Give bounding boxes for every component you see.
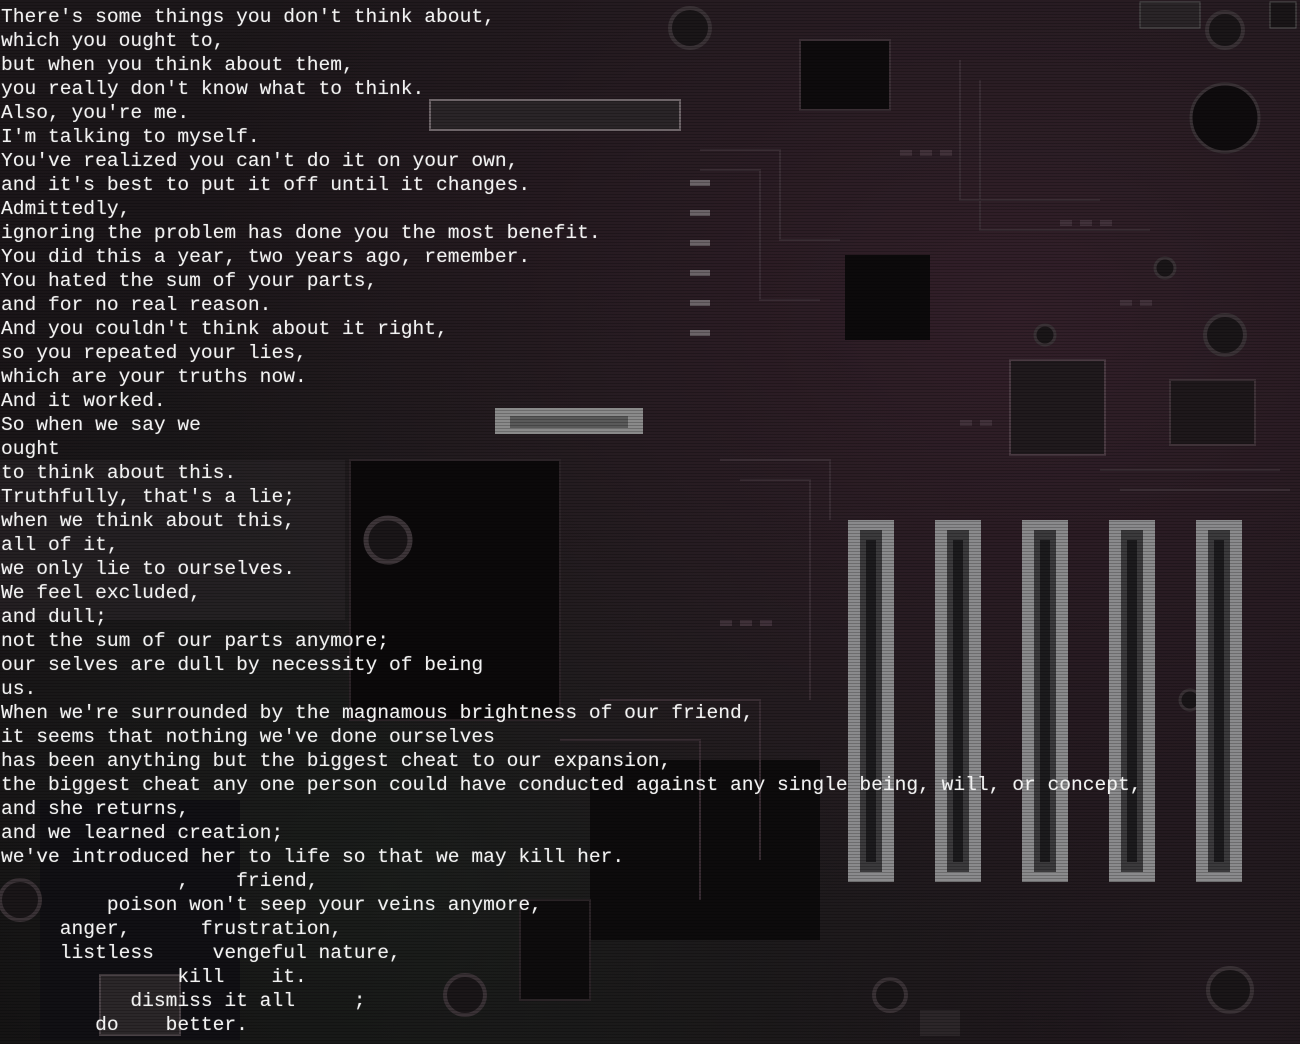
poem-line: anger, frustration, [1, 918, 342, 940]
poem-line: and for no real reason. [1, 294, 272, 316]
poem-line: listless vengeful nature, [1, 942, 401, 964]
poem-line: do better. [1, 1014, 248, 1036]
poem-line: and it's best to put it off until it cha… [1, 174, 531, 196]
poem-line: We feel excluded, [1, 582, 201, 604]
poem-line: You've realized you can't do it on your … [1, 150, 519, 172]
poem-line: Admittedly, [1, 198, 131, 220]
poem-line: our selves are dull by necessity of bein… [1, 654, 484, 676]
poem-line: You hated the sum of your parts, [1, 270, 378, 292]
wallpaper-screen: There's some things you don't think abou… [0, 0, 1300, 1044]
poem-line: And you couldn't think about it right, [1, 318, 448, 340]
poem-line: but when you think about them, [1, 54, 354, 76]
poem-line: Truthfully, that's a lie; [1, 486, 295, 508]
poem-line: all of it, [1, 534, 119, 556]
poem-line: And it worked. [1, 390, 166, 412]
poem-line: to think about this. [1, 462, 237, 484]
poem-line: and dull; [1, 606, 107, 628]
poem-line: ought [1, 438, 60, 460]
poem-line: the biggest cheat any one person could h… [1, 774, 1142, 796]
poem-line: ignoring the problem has done you the mo… [1, 222, 601, 244]
poem-line: when we think about this, [1, 510, 295, 532]
poem-line: dismiss it all ; [1, 990, 366, 1012]
poem-line: not the sum of our parts anymore; [1, 630, 390, 652]
poem-line: Also, you're me. [1, 102, 190, 124]
poem-line: you really don't know what to think. [1, 78, 425, 100]
poem-line: and we learned creation; [1, 822, 284, 844]
poem-line: which are your truths now. [1, 366, 307, 388]
poem-text-block: There's some things you don't think abou… [1, 5, 1142, 1037]
poem-line: I'm talking to myself. [1, 126, 260, 148]
poem-line: You did this a year, two years ago, reme… [1, 246, 531, 268]
poem-line: , friend, [1, 870, 319, 892]
poem-line: has been anything but the biggest cheat … [1, 750, 672, 772]
poem-line: So when we say we [1, 414, 201, 436]
poem-line: we only lie to ourselves. [1, 558, 295, 580]
poem-line: kill it. [1, 966, 307, 988]
poem-line: When we're surrounded by the magnamous b… [1, 702, 754, 724]
poem-line: which you ought to, [1, 30, 225, 52]
poem-line: it seems that nothing we've done ourselv… [1, 726, 495, 748]
poem-line: poison won't seep your veins anymore, [1, 894, 542, 916]
poem-line: There's some things you don't think abou… [1, 6, 495, 28]
poem-line: and she returns, [1, 798, 190, 820]
poem-line: so you repeated your lies, [1, 342, 307, 364]
poem-line: we've introduced her to life so that we … [1, 846, 625, 868]
poem-line: us. [1, 678, 37, 700]
